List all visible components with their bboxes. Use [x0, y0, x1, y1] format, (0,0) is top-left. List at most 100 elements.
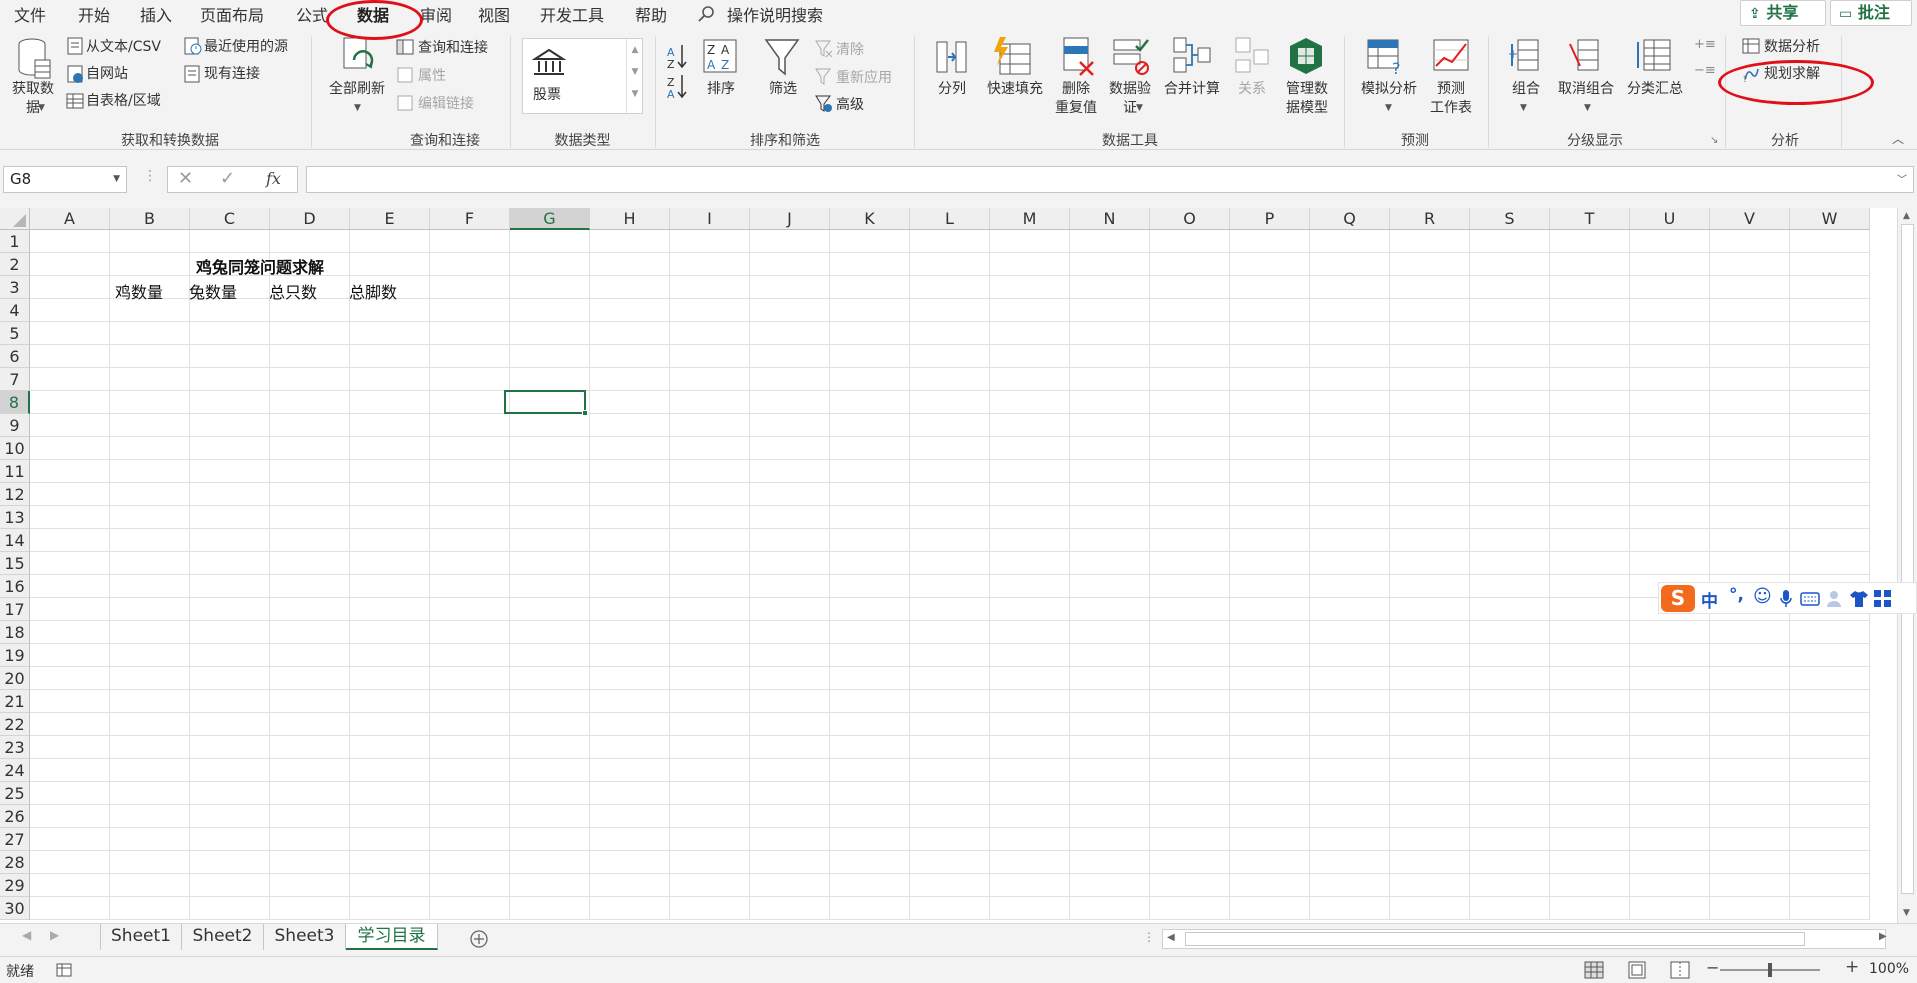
row-header-2[interactable]: 2	[0, 253, 30, 276]
name-box-dropdown-icon[interactable]: ▼	[113, 167, 120, 192]
queries-connections-button[interactable]: 查询和连接	[418, 39, 488, 57]
skin-shirt-icon[interactable]	[1849, 589, 1869, 609]
row-header-29[interactable]: 29	[0, 874, 30, 897]
column-header-i[interactable]: I	[670, 208, 750, 230]
zoom-slider-thumb[interactable]	[1768, 963, 1772, 977]
normal-view-icon[interactable]	[1584, 961, 1604, 979]
row-header-14[interactable]: 14	[0, 529, 30, 552]
column-header-k[interactable]: K	[830, 208, 910, 230]
column-header-p[interactable]: P	[1230, 208, 1310, 230]
data-validation-button[interactable]: 数据验	[1100, 80, 1160, 98]
row-header-9[interactable]: 9	[0, 414, 30, 437]
column-header-u[interactable]: U	[1630, 208, 1710, 230]
scroll-right-icon[interactable]: ▶	[1879, 931, 1887, 942]
row-header-8[interactable]: 8	[0, 391, 30, 414]
filter-button[interactable]: 筛选	[758, 80, 808, 98]
column-header-d[interactable]: D	[270, 208, 350, 230]
zoom-slider[interactable]	[1720, 963, 1820, 977]
expand-formula-icon[interactable]: ﹀	[1897, 171, 1907, 186]
row-header-24[interactable]: 24	[0, 759, 30, 782]
ime-mode[interactable]: 中	[1701, 587, 1718, 612]
row-header-13[interactable]: 13	[0, 506, 30, 529]
zoom-in-icon[interactable]: +	[1845, 957, 1859, 977]
data-analysis-button[interactable]: 数据分析	[1764, 38, 1820, 56]
new-sheet-icon[interactable]	[469, 929, 489, 949]
tab-page-layout[interactable]: 页面布局	[200, 2, 264, 26]
subtotal-button[interactable]: 分类汇总	[1620, 80, 1690, 98]
row-header-15[interactable]: 15	[0, 552, 30, 575]
consolidate-button[interactable]: 合并计算	[1158, 80, 1226, 98]
row-header-25[interactable]: 25	[0, 782, 30, 805]
show-detail-icon[interactable]: +≡	[1694, 36, 1716, 54]
microphone-icon[interactable]	[1779, 589, 1793, 609]
page-break-view-icon[interactable]	[1670, 961, 1690, 979]
sheet-title-cell[interactable]: 鸡兔同笼问题求解	[196, 254, 324, 278]
refresh-all-button[interactable]: 全部刷新	[322, 80, 392, 98]
zoom-level[interactable]: 100%	[1869, 961, 1909, 977]
ungroup-button[interactable]: 取消组合	[1552, 80, 1620, 98]
row-header-5[interactable]: 5	[0, 322, 30, 345]
remove-duplicates-button[interactable]: 删除	[1048, 80, 1104, 98]
next-sheet-icon[interactable]: ▶	[50, 928, 59, 942]
tab-view[interactable]: 视图	[478, 2, 510, 26]
flash-fill-button[interactable]: 快速填充	[980, 80, 1050, 98]
fill-handle[interactable]	[582, 410, 588, 416]
column-header-w[interactable]: W	[1790, 208, 1870, 230]
column-header-o[interactable]: O	[1150, 208, 1230, 230]
column-header-l[interactable]: L	[910, 208, 990, 230]
advanced-button[interactable]: 高级	[836, 96, 864, 114]
row-header-23[interactable]: 23	[0, 736, 30, 759]
row-header-20[interactable]: 20	[0, 667, 30, 690]
row-header-27[interactable]: 27	[0, 828, 30, 851]
row-header-18[interactable]: 18	[0, 621, 30, 644]
name-box[interactable]: G8 ▼	[3, 166, 127, 193]
vertical-scrollbar[interactable]: ▲ ▼	[1897, 208, 1917, 923]
column-header-g[interactable]: G	[510, 208, 590, 230]
recent-sources-button[interactable]: 最近使用的源	[204, 38, 288, 56]
row-header-19[interactable]: 19	[0, 644, 30, 667]
punctuation-icon[interactable]: °,	[1729, 585, 1744, 605]
edit-links-button[interactable]: 编辑链接	[418, 95, 474, 113]
zoom-out-icon[interactable]: −	[1706, 958, 1719, 977]
sheet-tab-active[interactable]: 学习目录	[346, 924, 438, 950]
column-header-q[interactable]: Q	[1310, 208, 1390, 230]
sheet-tab-3[interactable]: Sheet3	[264, 924, 346, 950]
from-table-button[interactable]: 自表格/区域	[86, 92, 161, 110]
existing-connections-button[interactable]: 现有连接	[204, 65, 260, 83]
row-header-7[interactable]: 7	[0, 368, 30, 391]
row-header-16[interactable]: 16	[0, 575, 30, 598]
worksheet-grid[interactable]: ABCDEFGHIJKLMNOPQRSTUVW 1 2 3 4 5 6 7 8 9 10 11 12 1…	[0, 208, 1897, 923]
row-header-21[interactable]: 21	[0, 690, 30, 713]
user-icon[interactable]	[1825, 589, 1845, 609]
active-cell-g8[interactable]	[504, 390, 588, 416]
emoji-icon[interactable]: ☺	[1753, 586, 1772, 607]
comments-button[interactable]: ▭ 批注	[1830, 0, 1912, 26]
insert-function-icon[interactable]: fx	[266, 169, 281, 188]
share-button[interactable]: ⇪ 共享	[1740, 0, 1826, 26]
horizontal-scroll-thumb[interactable]	[1185, 932, 1805, 946]
sort-button[interactable]: 排序	[698, 80, 744, 98]
scroll-up-icon[interactable]: ▲	[1903, 211, 1910, 221]
collapse-ribbon-icon[interactable]: ︿	[1892, 130, 1904, 148]
tab-insert[interactable]: 插入	[140, 2, 172, 26]
row-header-12[interactable]: 12	[0, 483, 30, 506]
cancel-icon[interactable]: ✕	[178, 168, 193, 189]
column-header-h[interactable]: H	[590, 208, 670, 230]
get-data-button[interactable]: 获取数	[8, 80, 58, 98]
horizontal-scrollbar[interactable]: ◀	[1162, 929, 1886, 949]
manage-data-model-button[interactable]: 管理数	[1276, 80, 1338, 98]
row-header-28[interactable]: 28	[0, 851, 30, 874]
column-header-e[interactable]: E	[350, 208, 430, 230]
select-all-corner[interactable]	[0, 208, 30, 230]
clear-button[interactable]: 清除	[836, 41, 864, 59]
from-text-csv-button[interactable]: 从文本/CSV	[86, 38, 161, 56]
group-button[interactable]: 组合	[1502, 80, 1550, 98]
row-header-1[interactable]: 1	[0, 230, 30, 253]
column-header-a[interactable]: A	[30, 208, 110, 230]
tab-home[interactable]: 开始	[78, 2, 110, 26]
row-header-4[interactable]: 4	[0, 299, 30, 322]
vertical-scroll-thumb[interactable]	[1901, 224, 1914, 894]
column-header-b[interactable]: B	[110, 208, 190, 230]
header-cell-e3[interactable]: 总脚数	[349, 279, 397, 303]
column-header-m[interactable]: M	[990, 208, 1070, 230]
